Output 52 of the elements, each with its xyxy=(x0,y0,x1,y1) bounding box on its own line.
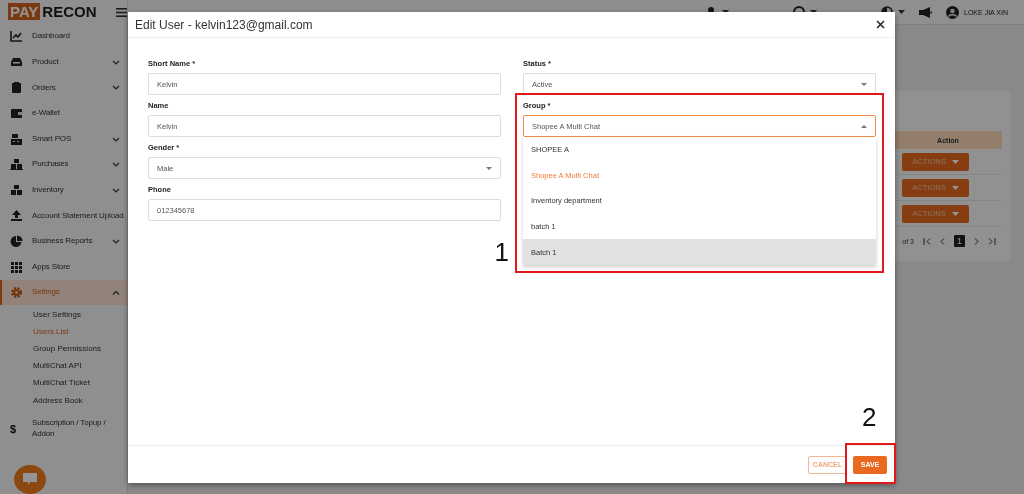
sidebar-subitem[interactable]: MultiChat Ticket xyxy=(0,374,127,392)
logo-part: RECON xyxy=(41,2,97,20)
pie-chart-icon xyxy=(10,235,23,248)
next-page-icon xyxy=(974,237,979,245)
first-page-icon xyxy=(923,237,931,245)
sidebar-item[interactable]: Account Statement Upload xyxy=(0,203,127,229)
dialog-title: Edit User - kelvin123@gmail.com xyxy=(135,17,313,32)
page-number[interactable]: 1 xyxy=(954,235,965,247)
caret-icon xyxy=(898,10,906,14)
sidebar-item[interactable]: Inventory xyxy=(0,177,127,204)
close-icon xyxy=(876,20,885,29)
sidebar-subitem[interactable]: Address Book xyxy=(0,391,127,409)
sidebar-item[interactable]: Apps Store xyxy=(0,254,127,280)
boxes-icon xyxy=(10,158,23,172)
sidebar-item[interactable]: $ Subscription / Topup / Addon xyxy=(0,408,127,445)
chat-icon xyxy=(23,473,37,486)
dollar-icon: $ xyxy=(10,422,23,435)
upload-icon xyxy=(10,209,23,223)
sidebar-item[interactable]: Orders xyxy=(0,75,127,101)
account-icon xyxy=(946,5,960,19)
sidebar-subitem[interactable]: Users List xyxy=(0,322,127,340)
register-icon xyxy=(10,132,23,146)
sidebar-item[interactable]: e-Wallet xyxy=(0,100,127,127)
megaphone-icon xyxy=(919,6,933,18)
sidebar-subitem[interactable]: MultiChat API xyxy=(0,357,127,375)
caret-icon xyxy=(951,159,959,164)
caret-icon xyxy=(861,82,867,86)
close-button[interactable] xyxy=(876,20,885,29)
logo-part: PAY xyxy=(8,2,41,20)
gear-icon xyxy=(10,286,23,300)
caret-icon xyxy=(951,211,959,216)
sidebar-item[interactable]: Business Reports xyxy=(0,228,127,255)
caret-icon xyxy=(861,124,867,128)
chart-icon xyxy=(10,30,23,44)
step-number: 1 xyxy=(494,238,509,265)
grid-icon xyxy=(10,260,23,274)
sidebar-subitem[interactable]: Group Permissions xyxy=(0,339,127,358)
highlight-frame xyxy=(845,442,896,484)
sidebar-item[interactable]: Product xyxy=(0,49,127,76)
previous-page-icon xyxy=(940,237,945,245)
step-number: 2 xyxy=(862,403,877,430)
tray-icon xyxy=(10,55,23,69)
wallet-icon xyxy=(10,107,23,121)
caret-icon xyxy=(951,185,959,190)
last-page-icon xyxy=(988,237,996,245)
menu-icon xyxy=(116,7,127,17)
sidebar-item[interactable]: Purchases xyxy=(0,151,127,178)
sidebar-subitem[interactable]: User Settings xyxy=(0,305,127,323)
boxes-icon xyxy=(10,183,23,197)
caret-icon xyxy=(486,166,492,170)
sidebar-item[interactable]: Smart POS xyxy=(0,126,127,152)
clipboard-icon xyxy=(10,81,23,95)
